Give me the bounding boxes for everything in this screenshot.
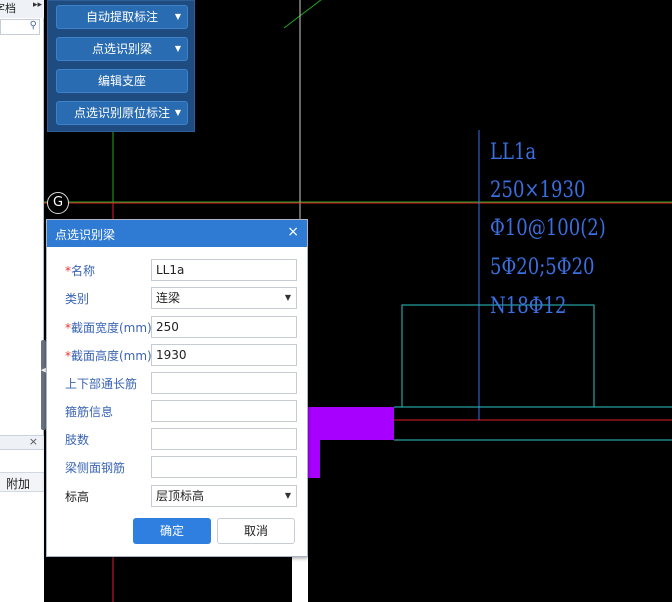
- field-label-continuous-rebar: 上下部通长筋: [65, 377, 138, 391]
- name-input[interactable]: LL1a: [151, 259, 297, 281]
- chevron-down-icon[interactable]: ▼: [285, 486, 291, 506]
- field-label-elevation: 标高: [65, 490, 90, 504]
- sidebar-title-bar: 字档 ▸▸: [0, 0, 44, 18]
- field-stirrup-row: 箍筋信息: [47, 400, 307, 422]
- sidebar-title: 字档: [0, 2, 16, 15]
- field-height-row: *截面高度(mm) 1930: [47, 344, 307, 366]
- column-header-extra: 附加: [6, 477, 31, 491]
- field-side-rebar-row: 梁侧面钢筋: [47, 456, 307, 478]
- field-elevation-row: 标高 层顶标高 ▼: [47, 485, 307, 507]
- auto-extract-annotation-button[interactable]: 自动提取标注 ▼: [56, 5, 188, 29]
- pick-identify-in-situ-annotation-button[interactable]: 点选识别原位标注 ▼: [56, 101, 188, 125]
- field-category-row: 类别 连梁 ▼: [47, 287, 307, 309]
- dialog-title: 点选识别梁: [55, 228, 116, 242]
- chevron-down-icon[interactable]: ▼: [175, 102, 181, 124]
- left-sidebar-panel: 字档 ▸▸ ⚲ × 附加: [0, 0, 44, 602]
- search-icon[interactable]: ⚲: [30, 20, 37, 31]
- app-window: 字档 ▸▸ ⚲ × 附加 ◀: [0, 0, 672, 602]
- close-icon[interactable]: ×: [29, 435, 38, 448]
- stirrup-input[interactable]: [151, 400, 297, 422]
- cancel-button[interactable]: 取消: [217, 518, 295, 544]
- confirm-button[interactable]: 确定: [133, 518, 211, 544]
- green-diagonal-line: [283, 0, 322, 29]
- property-table-header: 附加: [0, 472, 44, 492]
- beam-annotation-side-rebar: N18Φ12: [490, 294, 567, 319]
- field-width-row: *截面宽度(mm) 250: [47, 316, 307, 338]
- pick-identify-beam-dialog: 点选识别梁 × *名称 LL1a 类别 连梁 ▼ *截面宽度(mm) 250 *…: [46, 219, 308, 557]
- field-legs-row: 肢数: [47, 428, 307, 450]
- beam-outline-cyan: [401, 304, 595, 407]
- field-label-category: 类别: [65, 292, 90, 306]
- axis-label-bubble: G: [47, 192, 69, 214]
- elevation-select[interactable]: 层顶标高 ▼: [151, 485, 297, 507]
- wall-section-purple: [308, 407, 394, 478]
- sidebar-search-input[interactable]: ⚲: [0, 19, 40, 35]
- expand-arrows-icon[interactable]: ▸▸: [33, 0, 42, 10]
- sidebar-property-panel: × 附加: [0, 435, 44, 602]
- dialog-title-bar[interactable]: 点选识别梁 ×: [47, 220, 307, 247]
- field-label-stirrup: 箍筋信息: [65, 405, 114, 419]
- section-width-input[interactable]: 250: [151, 316, 297, 338]
- field-label-name: *名称: [65, 264, 96, 278]
- beam-annotation-section: 250×1930: [490, 178, 586, 203]
- property-panel-bar: ×: [0, 435, 44, 450]
- legs-input[interactable]: [151, 428, 297, 450]
- edit-support-button[interactable]: 编辑支座: [56, 69, 188, 93]
- beam-annotation-stirrup: Φ10@100(2): [490, 216, 606, 241]
- chevron-down-icon[interactable]: ▼: [175, 38, 181, 60]
- pick-identify-beam-button[interactable]: 点选识别梁 ▼: [56, 37, 188, 61]
- beam-annotation-name: LL1a: [490, 140, 537, 165]
- close-icon[interactable]: ×: [287, 224, 299, 240]
- field-label-side-rebar: 梁侧面钢筋: [65, 461, 126, 475]
- field-label-width: *截面宽度(mm): [65, 321, 152, 335]
- field-continuous-rebar-row: 上下部通长筋: [47, 372, 307, 394]
- continuous-rebar-input[interactable]: [151, 372, 297, 394]
- chevron-down-icon[interactable]: ▼: [285, 288, 291, 308]
- field-name-row: *名称 LL1a: [47, 259, 307, 281]
- field-label-height: *截面高度(mm): [65, 349, 152, 363]
- section-height-input[interactable]: 1930: [151, 344, 297, 366]
- beam-annotation-rebar: 5Φ20;5Φ20: [490, 255, 595, 280]
- category-select[interactable]: 连梁 ▼: [151, 287, 297, 309]
- chevron-down-icon[interactable]: ▼: [175, 6, 181, 28]
- field-label-legs: 肢数: [65, 433, 90, 447]
- recognition-toolbar: 自动提取标注 ▼ 点选识别梁 ▼ 编辑支座 点选识别原位标注 ▼: [47, 0, 195, 132]
- side-rebar-input[interactable]: [151, 456, 297, 478]
